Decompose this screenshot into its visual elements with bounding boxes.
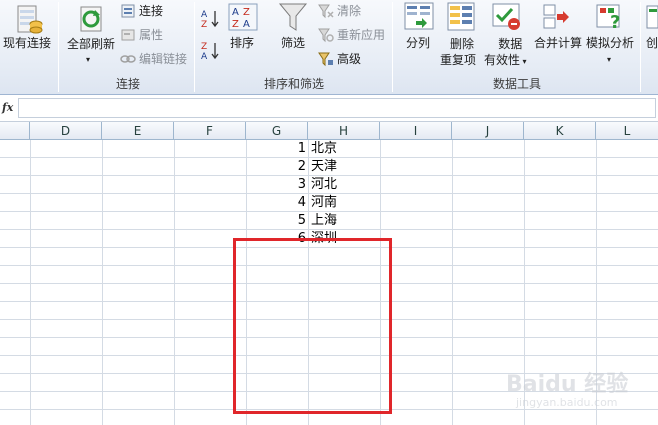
edit-links-button[interactable]: 编辑链接 <box>139 51 187 67</box>
cell-h-4[interactable]: 河南 <box>311 194 337 212</box>
baidu-watermark: Baidu 经验 jingyan.baidu.com <box>506 366 656 421</box>
formula-bar: fx <box>0 95 658 122</box>
refresh-icon <box>78 4 106 37</box>
clear-button[interactable]: 清除 <box>337 3 361 19</box>
create-group-button[interactable]: 创 <box>646 36 658 51</box>
svg-text:A: A <box>232 7 239 18</box>
worksheet-grid[interactable]: 1 北京 2 天津 3 河北 4 河南 5 上海 6 深圳 Baidu 经验 j… <box>0 140 658 425</box>
cell-h-5[interactable]: 上海 <box>311 212 337 230</box>
connections-icon <box>120 3 136 22</box>
cell-g-2[interactable]: 2 <box>246 158 306 176</box>
svg-text:A: A <box>201 10 208 20</box>
text-to-columns-button[interactable]: 分列 <box>406 36 430 51</box>
data-ribbon: 现有连接 全部刷新 ▾ 连接 属性 编辑链接 连接 AZ ZA AZ ZA 排序… <box>0 0 658 95</box>
connections-button[interactable]: 连接 <box>139 3 163 19</box>
column-header-g[interactable]: G <box>246 122 308 140</box>
text-to-columns-icon <box>404 2 434 35</box>
remove-duplicates-label-1: 删除 <box>450 37 475 51</box>
cell-g-3[interactable]: 3 <box>246 176 306 194</box>
cell-h-3[interactable]: 河北 <box>311 176 337 194</box>
watermark-url: jingyan.baidu.com <box>516 396 618 409</box>
consolidate-button[interactable]: 合并计算 <box>534 36 582 51</box>
cell-h-1[interactable]: 北京 <box>311 140 337 158</box>
svg-text:Z: Z <box>201 20 207 28</box>
column-header-h[interactable]: H <box>308 122 380 140</box>
svg-text:Z: Z <box>201 42 207 52</box>
column-header-l[interactable]: L <box>596 122 658 140</box>
sort-button[interactable]: 排序 <box>230 36 254 51</box>
filter-icon <box>278 2 308 37</box>
consolidate-icon <box>543 2 573 35</box>
sort-dialog-icon: AZ ZA <box>228 3 258 34</box>
database-icon <box>14 2 44 37</box>
what-if-dropdown-icon[interactable]: ▾ <box>607 52 611 67</box>
remove-duplicates-icon <box>446 2 476 35</box>
link-icon <box>120 51 136 70</box>
svg-text:A: A <box>243 19 250 30</box>
highlight-annotation-box <box>233 238 392 414</box>
fx-icon[interactable]: fx <box>2 101 16 115</box>
cell-g-5[interactable]: 5 <box>246 212 306 230</box>
data-validation-label-1: 数据 <box>498 37 523 51</box>
group-label-data-tools: 数据工具 <box>492 77 541 91</box>
svg-text:?: ? <box>610 12 620 32</box>
column-header-d[interactable]: D <box>30 122 102 140</box>
sort-ascending-icon[interactable]: AZ <box>200 8 220 31</box>
sort-descending-icon[interactable]: ZA <box>200 40 220 63</box>
advanced-button[interactable]: 高级 <box>337 51 361 67</box>
separator <box>640 2 641 92</box>
group-outline-icon <box>646 4 658 35</box>
remove-duplicates-button[interactable]: 删除 重复项 <box>440 36 476 68</box>
cell-g-1[interactable]: 1 <box>246 140 306 158</box>
column-header-f[interactable]: F <box>174 122 246 140</box>
data-validation-label-2: 有效性 ▾ <box>484 53 527 67</box>
clear-filter-icon <box>318 3 334 22</box>
data-validation-icon <box>492 2 522 35</box>
svg-text:A: A <box>201 52 208 60</box>
refresh-all-button[interactable]: 全部刷新 <box>67 37 115 52</box>
cell-g-4[interactable]: 4 <box>246 194 306 212</box>
properties-icon <box>120 27 136 46</box>
svg-text:Z: Z <box>232 19 239 30</box>
cell-h-2[interactable]: 天津 <box>311 158 337 176</box>
column-header-j[interactable]: J <box>452 122 524 140</box>
chevron-down-icon: ▾ <box>520 57 527 66</box>
refresh-all-dropdown-icon[interactable]: ▾ <box>86 52 90 67</box>
formula-input[interactable] <box>18 98 656 118</box>
reapply-button[interactable]: 重新应用 <box>337 27 385 43</box>
column-header-corner[interactable] <box>0 122 30 140</box>
what-if-analysis-icon: ? <box>596 2 626 35</box>
remove-duplicates-label-2: 重复项 <box>440 53 477 67</box>
separator <box>392 2 393 92</box>
data-validation-button[interactable]: 数据 有效性 ▾ <box>484 36 527 70</box>
group-label-connections: 连接 <box>115 77 140 91</box>
column-header-row: D E F G H I J K L <box>0 122 658 140</box>
advanced-filter-icon <box>318 51 334 70</box>
what-if-analysis-button[interactable]: 模拟分析 <box>586 36 634 51</box>
column-header-i[interactable]: I <box>380 122 452 140</box>
watermark-logo: Baidu 经验 <box>506 372 629 397</box>
properties-button[interactable]: 属性 <box>139 27 163 43</box>
svg-text:Z: Z <box>243 7 250 18</box>
separator <box>58 2 59 92</box>
column-header-e[interactable]: E <box>102 122 174 140</box>
existing-connections-button[interactable]: 现有连接 <box>3 36 51 51</box>
separator <box>194 2 195 92</box>
filter-button[interactable]: 筛选 <box>281 36 305 51</box>
column-header-k[interactable]: K <box>524 122 596 140</box>
group-label-sort-filter: 排序和筛选 <box>263 77 324 91</box>
reapply-icon <box>318 27 334 46</box>
